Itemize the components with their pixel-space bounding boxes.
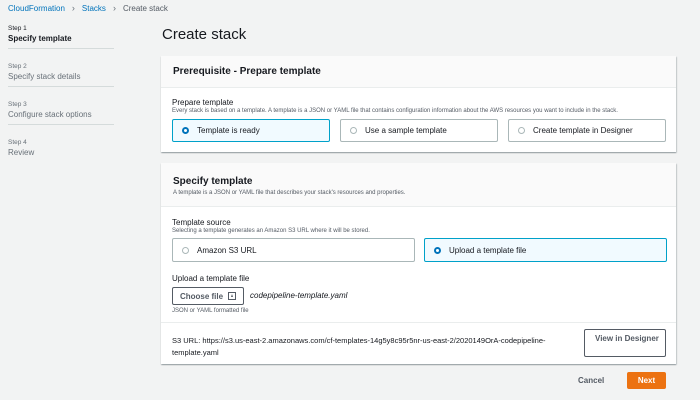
panel-description: A template is a JSON or YAML file that d… xyxy=(173,190,406,196)
step-title: Review xyxy=(8,148,35,157)
s3-url: S3 URL: https://s3.us-east-2.amazonaws.c… xyxy=(172,336,546,357)
field-label: Upload a template file xyxy=(172,274,250,283)
chevron-right-icon: › xyxy=(112,3,116,13)
file-hint: JSON or YAML formatted file xyxy=(172,308,249,314)
step-divider xyxy=(8,86,114,87)
prerequisite-panel: Prerequisite - Prepare template Prepare … xyxy=(161,56,676,152)
option-amazon-s3-url[interactable]: Amazon S3 URL xyxy=(172,238,415,262)
field-label: Template source xyxy=(172,218,231,227)
option-label: Create template in Designer xyxy=(533,126,633,135)
radio-icon xyxy=(350,127,357,134)
step-divider xyxy=(8,48,114,49)
cancel-button[interactable]: Cancel xyxy=(578,376,604,385)
option-label: Amazon S3 URL xyxy=(197,245,257,255)
breadcrumb-stacks[interactable]: Stacks xyxy=(82,4,106,13)
panel-header: Specify template A template is a JSON or… xyxy=(161,163,676,207)
step-1: Step 1 Specify template xyxy=(0,24,115,49)
step-4: Step 4 Review xyxy=(0,138,115,162)
step-number: Step 1 xyxy=(8,25,27,32)
option-label: Template is ready xyxy=(197,126,260,135)
option-sample-template[interactable]: Use a sample template xyxy=(340,119,498,142)
selected-file-name: codepipeline-template.yaml xyxy=(250,291,348,300)
step-2: Step 2 Specify stack details xyxy=(0,62,115,87)
button-label: Choose file xyxy=(179,291,224,301)
step-title: Configure stack options xyxy=(8,110,92,119)
option-label: Upload a template file xyxy=(449,245,527,255)
panel-header: Prerequisite - Prepare template xyxy=(161,56,676,88)
breadcrumb-cloudformation[interactable]: CloudFormation xyxy=(8,4,65,13)
view-in-designer-button[interactable]: View in Designer xyxy=(584,329,666,357)
radio-selected-icon xyxy=(434,246,441,254)
breadcrumb-current: Create stack xyxy=(122,3,168,13)
option-template-ready[interactable]: Template is ready xyxy=(172,119,330,142)
panel-title: Prerequisite - Prepare template xyxy=(173,66,321,77)
step-3: Step 3 Configure stack options xyxy=(0,100,115,125)
wizard-steps: Step 1 Specify template Step 2 Specify s… xyxy=(0,24,115,175)
breadcrumb: CloudFormation › Stacks › Create stack xyxy=(0,0,700,16)
field-description: Every stack is based on a template. A te… xyxy=(172,108,618,114)
radio-icon xyxy=(518,127,525,134)
step-number: Step 4 xyxy=(8,139,27,146)
upload-icon xyxy=(228,292,237,300)
s3-url-row: S3 URL: https://s3.us-east-2.amazonaws.c… xyxy=(161,322,676,365)
chevron-right-icon: › xyxy=(71,3,75,13)
step-title: Specify stack details xyxy=(8,72,81,81)
option-label: Use a sample template xyxy=(365,126,447,135)
page-title: Create stack xyxy=(162,26,247,43)
choose-file-button[interactable]: Choose file xyxy=(172,287,244,305)
field-label: Prepare template xyxy=(172,98,234,107)
radio-icon xyxy=(182,246,189,254)
field-description: Selecting a template generates an Amazon… xyxy=(172,228,370,234)
step-number: Step 2 xyxy=(8,63,27,70)
radio-selected-icon xyxy=(182,127,189,134)
step-number: Step 3 xyxy=(8,101,27,108)
step-title: Specify template xyxy=(8,34,72,43)
panel-title: Specify template xyxy=(173,176,253,187)
step-divider xyxy=(8,124,114,125)
next-button[interactable]: Next xyxy=(627,372,666,389)
option-upload-template[interactable]: Upload a template file xyxy=(424,238,667,262)
option-designer-template[interactable]: Create template in Designer xyxy=(508,119,666,142)
